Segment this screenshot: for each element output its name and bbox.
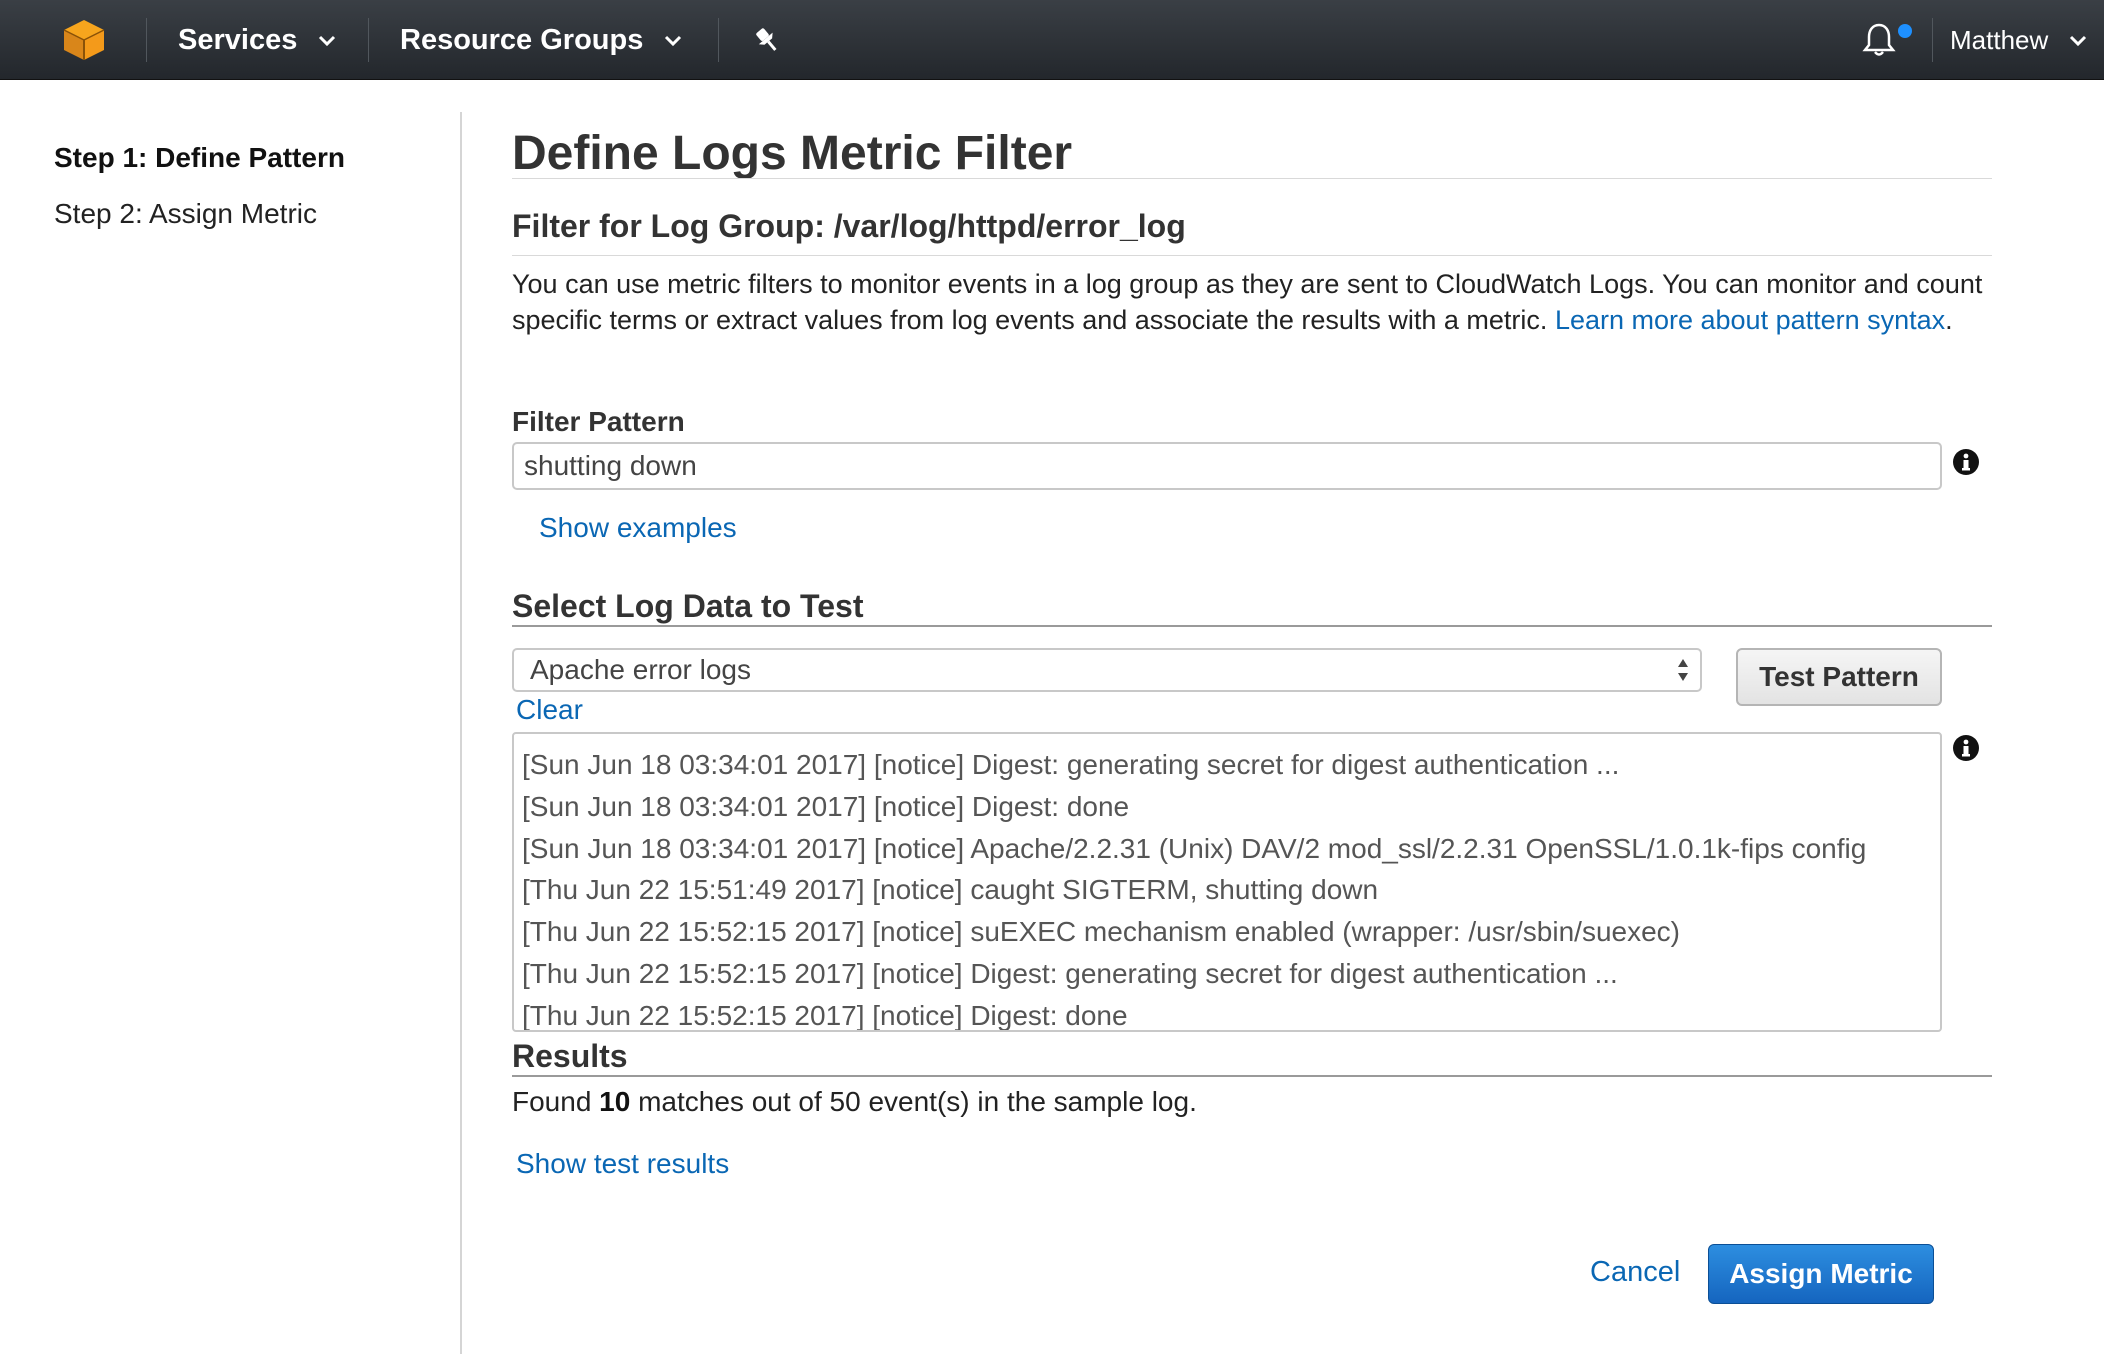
log-line: [Thu Jun 22 15:52:15 2017] [notice] Dige… [522,957,1618,989]
info-icon[interactable] [1952,448,1980,476]
filter-pattern-input[interactable] [512,442,1942,490]
nav-divider [718,18,719,62]
pushpin-icon[interactable] [752,0,782,80]
user-label: Matthew [1950,24,2049,55]
select-log-data-title: Select Log Data to Test [512,588,864,624]
assign-metric-button[interactable]: Assign Metric [1708,1244,1934,1304]
title-divider [512,178,1992,179]
user-menu[interactable]: Matthew [1950,0,2088,80]
cancel-button[interactable]: Cancel [1590,1256,1680,1289]
learn-more-link[interactable]: Learn more about pattern syntax [1555,305,1945,335]
log-group-title: Filter for Log Group: /var/log/httpd/err… [512,208,1186,244]
page-title: Define Logs Metric Filter [512,127,1073,180]
sample-log-textarea[interactable]: [Sun Jun 18 03:34:01 2017] [notice] Dige… [512,732,1942,1032]
chevron-down-icon [319,35,336,47]
resource-groups-label: Resource Groups [400,23,644,56]
step-define-pattern[interactable]: Step 1: Define Pattern [54,142,345,174]
show-examples-link[interactable]: Show examples [539,512,737,544]
wizard-steps-sidebar: Step 1: Define Pattern Step 2: Assign Me… [0,80,462,1354]
bell-icon[interactable] [1862,0,1896,80]
info-icon[interactable] [1952,734,1980,762]
results-suffix: matches out of 50 event(s) in the sample… [630,1086,1197,1117]
log-data-select-value: Apache error logs [530,654,752,685]
log-data-select[interactable]: Apache error logs [512,648,1702,692]
results-count: 10 [599,1086,631,1117]
description-text: You can use metric filters to monitor ev… [512,266,1992,338]
results-prefix: Found [512,1086,600,1117]
results-summary: Found 10 matches out of 50 event(s) in t… [512,1086,1197,1118]
top-navigation-bar: Services Resource Groups Matthew [0,0,2104,80]
aws-cube-icon[interactable] [62,0,112,80]
select-arrows-icon [1678,659,1688,681]
log-line: [Sun Jun 18 03:34:01 2017] [notice] Dige… [522,749,1620,780]
step-assign-metric[interactable]: Step 2: Assign Metric [54,198,317,230]
results-divider [512,1075,1992,1077]
description-end: . [1945,305,1953,335]
results-title: Results [512,1038,628,1074]
log-line: [Thu Jun 22 15:52:15 2017] [notice] suEX… [522,916,1680,948]
sidebar-divider [460,112,462,1354]
log-line: [Sun Jun 18 03:34:01 2017] [notice] Dige… [522,790,1130,822]
chevron-down-icon [2070,35,2087,47]
filter-pattern-label: Filter Pattern [512,406,685,437]
log-line: [Thu Jun 22 15:51:49 2017] [notice] caug… [522,874,1379,906]
resource-groups-menu[interactable]: Resource Groups [400,0,683,80]
nav-divider [146,18,147,62]
log-line: [Thu Jun 22 15:52:15 2017] [notice] Dige… [522,999,1128,1031]
test-pattern-button[interactable]: Test Pattern [1736,648,1942,706]
nav-divider [368,18,369,62]
notification-dot [1898,24,1912,38]
clear-link[interactable]: Clear [516,694,583,726]
nav-divider [1932,18,1933,62]
services-label: Services [178,23,298,56]
chevron-down-icon [665,35,682,47]
log-line: [Sun Jun 18 03:34:01 2017] [notice] Apac… [522,832,1867,864]
services-menu[interactable]: Services [178,0,337,80]
show-test-results-link[interactable]: Show test results [516,1148,729,1180]
subtitle-divider [512,255,1992,256]
section-divider [512,625,1992,627]
